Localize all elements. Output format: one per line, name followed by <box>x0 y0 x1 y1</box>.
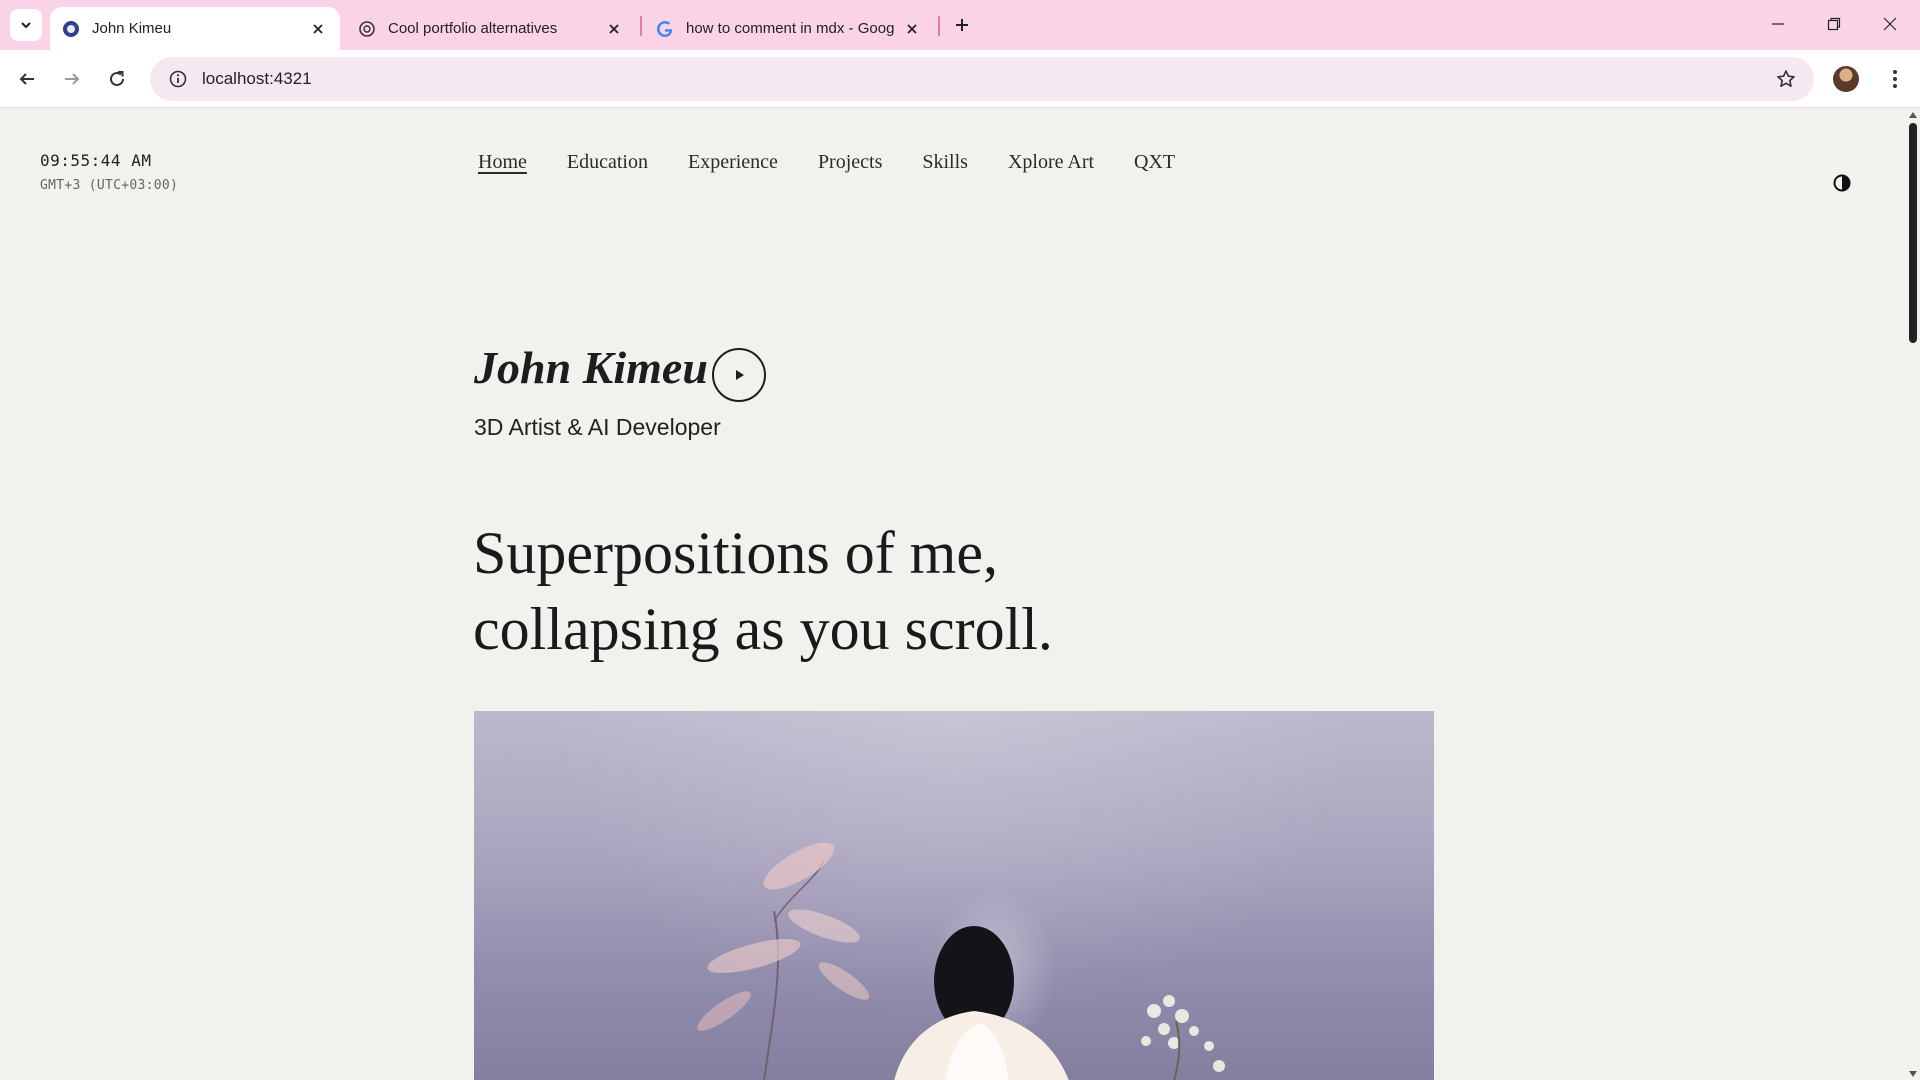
nav-projects[interactable]: Projects <box>818 151 882 174</box>
page-content: 09:55:44 AM GMT+3 (UTC+03:00) Home Educa… <box>0 109 1906 1080</box>
headline-line-1: Superpositions of me, <box>473 520 998 586</box>
tab-strip: John Kimeu Cool portfolio alternatives h… <box>0 0 1920 50</box>
address-bar[interactable]: localhost:4321 <box>150 57 1814 101</box>
browser-menu-button[interactable] <box>1880 64 1910 94</box>
new-tab-button[interactable] <box>948 11 976 39</box>
clock-time: 09:55:44 AM <box>40 151 152 170</box>
headline-line-2: collapsing as you scroll. <box>473 596 1053 662</box>
url-text[interactable]: localhost:4321 <box>202 69 312 89</box>
star-icon[interactable] <box>1774 67 1798 91</box>
scroll-up-icon[interactable] <box>1909 112 1917 118</box>
restore-button[interactable] <box>1810 6 1858 42</box>
plus-icon <box>956 19 968 31</box>
theme-toggle-icon <box>1833 174 1851 192</box>
close-icon <box>1883 17 1897 31</box>
tab-label: John Kimeu <box>92 20 172 37</box>
theme-toggle-button[interactable] <box>1832 173 1852 193</box>
nav-qxt[interactable]: QXT <box>1134 151 1175 174</box>
chevron-down-icon <box>21 22 31 29</box>
profile-avatar[interactable] <box>1833 66 1859 92</box>
forward-button[interactable] <box>55 62 89 96</box>
nav-experience[interactable]: Experience <box>688 151 778 174</box>
tab-separator <box>640 16 642 36</box>
hero-name: John Kimeu <box>474 342 708 393</box>
openai-favicon-icon <box>358 20 376 38</box>
tab-separator <box>938 16 940 36</box>
info-icon[interactable] <box>156 57 200 101</box>
main-nav: Home Education Experience Projects Skill… <box>478 151 1175 174</box>
tab-cool-portfolio[interactable]: Cool portfolio alternatives <box>346 7 636 50</box>
play-audio-button[interactable] <box>712 348 766 402</box>
scroll-down-icon[interactable] <box>1909 1071 1917 1077</box>
tab-label: how to comment in mdx - Goog <box>686 20 894 37</box>
browser-toolbar: localhost:4321 <box>0 50 1920 108</box>
tab-google-search[interactable]: how to comment in mdx - Goog <box>644 7 934 50</box>
play-icon <box>736 370 744 380</box>
close-tab-icon[interactable] <box>902 19 922 39</box>
hero-role: 3D Artist & AI Developer <box>474 414 721 440</box>
arrow-left-icon <box>19 73 34 85</box>
scroll-thumb[interactable] <box>1909 123 1917 343</box>
google-favicon-icon <box>656 20 674 38</box>
reload-icon <box>110 71 124 86</box>
minimize-icon <box>1772 23 1784 25</box>
hero-headline: Superpositions of me, collapsing as you … <box>473 515 1053 667</box>
tab-search-button[interactable] <box>10 9 42 41</box>
page-scrollbar[interactable] <box>1906 109 1920 1080</box>
portfolio-favicon-icon <box>62 20 80 38</box>
tab-john-kimeu[interactable]: John Kimeu <box>50 7 340 50</box>
back-button[interactable] <box>10 62 44 96</box>
arrow-right-icon <box>65 73 80 85</box>
nav-education[interactable]: Education <box>567 151 648 174</box>
nav-skills[interactable]: Skills <box>922 151 968 174</box>
clock-timezone: GMT+3 (UTC+03:00) <box>40 178 179 193</box>
close-tab-icon[interactable] <box>308 19 328 39</box>
reload-button[interactable] <box>100 62 134 96</box>
hero-photo <box>474 711 1434 1080</box>
minimize-button[interactable] <box>1754 6 1802 42</box>
nav-xplore-art[interactable]: Xplore Art <box>1008 151 1094 174</box>
kebab-icon <box>1893 70 1897 88</box>
tab-label: Cool portfolio alternatives <box>388 20 558 37</box>
clock-widget: 09:55:44 AM GMT+3 (UTC+03:00) <box>40 151 178 193</box>
nav-home[interactable]: Home <box>478 151 527 174</box>
close-window-button[interactable] <box>1866 6 1914 42</box>
close-tab-icon[interactable] <box>604 19 624 39</box>
restore-icon <box>1827 17 1841 31</box>
